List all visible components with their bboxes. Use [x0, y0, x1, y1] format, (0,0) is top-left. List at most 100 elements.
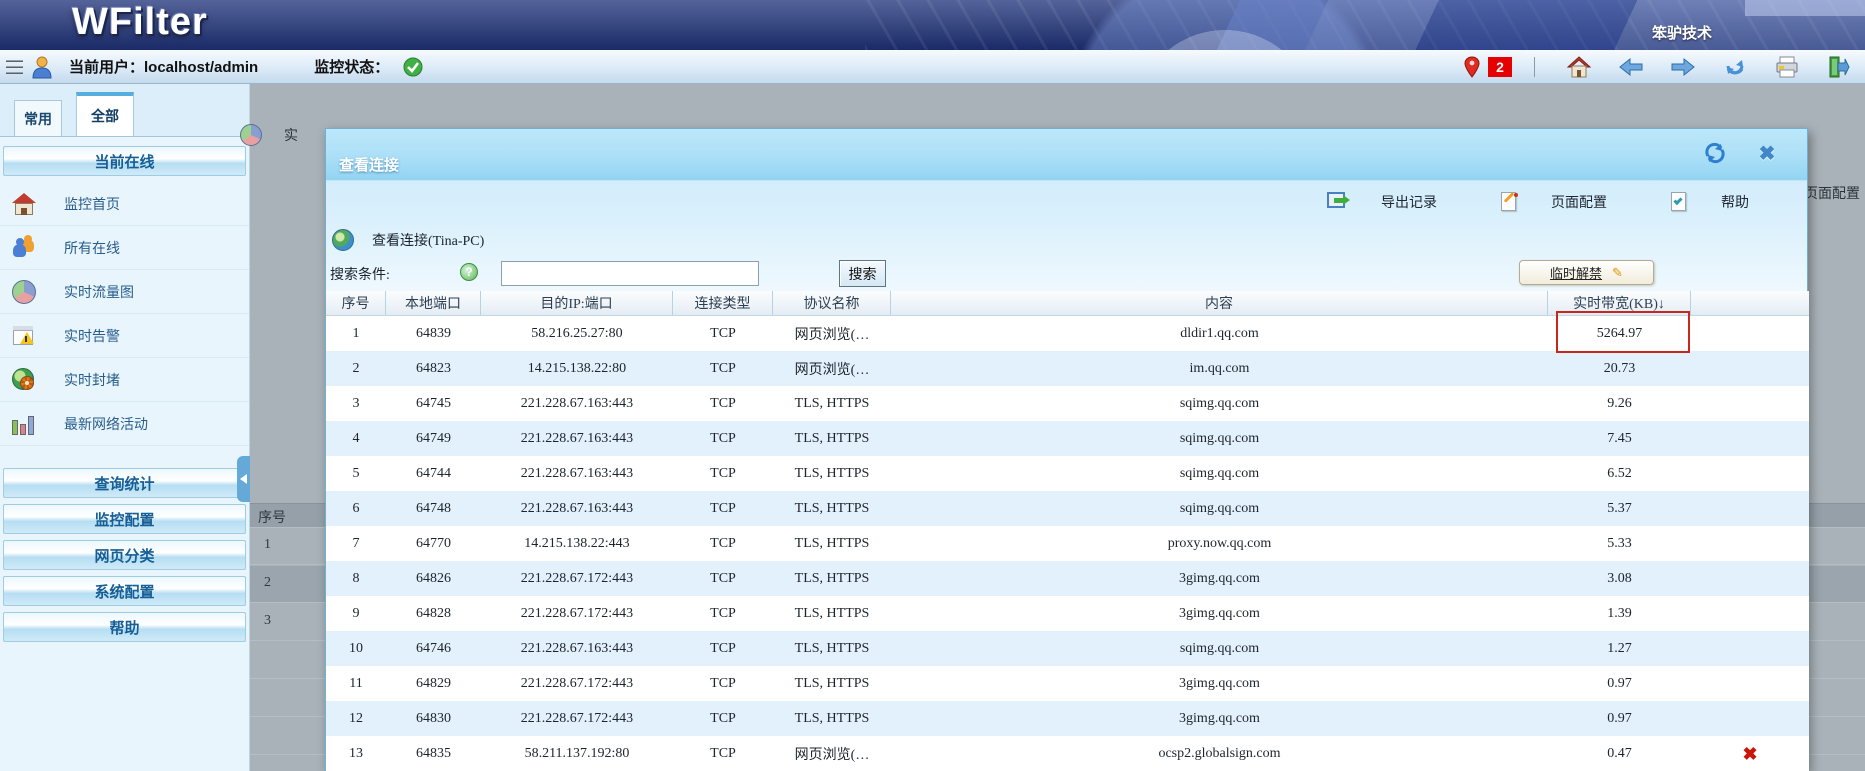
cell-dest-ip-port: 221.228.67.163:443: [481, 456, 673, 491]
sidebar-item-all-online[interactable]: 所有在线: [0, 226, 249, 270]
col-dest-ip-port[interactable]: 目的IP:端口: [481, 291, 673, 315]
col-no[interactable]: 序号: [326, 291, 386, 315]
cell-dest-ip-port: 14.215.138.22:80: [481, 351, 673, 386]
cell-protocol: TLS, HTTPS: [773, 491, 891, 526]
cell-action: [1691, 526, 1809, 561]
cell-bandwidth: 0.47: [1548, 736, 1691, 771]
forward-arrow-icon[interactable]: [1671, 55, 1695, 79]
sidebar-group-query-stats[interactable]: 查询统计: [3, 468, 246, 498]
dialog-close-icon[interactable]: ✖: [1755, 141, 1779, 165]
background-page-title: 实: [240, 124, 298, 146]
col-content[interactable]: 内容: [891, 291, 1548, 315]
cell-bandwidth: 5.33: [1548, 526, 1691, 561]
banner-sky-patch: [1745, 0, 1865, 16]
table-row[interactable]: 8 64826 221.228.67.172:443 TCP TLS, HTTP…: [326, 561, 1809, 596]
dialog-refresh-icon[interactable]: [1703, 141, 1727, 165]
cell-dest-ip-port: 221.228.67.172:443: [481, 561, 673, 596]
tab-common[interactable]: 常用: [14, 100, 62, 136]
temporary-unblock-button[interactable]: 临时解禁 ✎: [1519, 260, 1654, 285]
dialog-title: 查看连接: [339, 154, 399, 175]
table-row[interactable]: 5 64744 221.228.67.163:443 TCP TLS, HTTP…: [326, 456, 1809, 491]
cell-conn-type: TCP: [673, 526, 773, 561]
table-row[interactable]: 7 64770 14.215.138.22:443 TCP TLS, HTTPS…: [326, 526, 1809, 561]
sidebar-item-label: 实时告警: [64, 326, 120, 346]
back-arrow-icon[interactable]: [1619, 55, 1643, 79]
sidebar-item-realtime-block[interactable]: 实时封堵: [0, 358, 249, 402]
sidebar-group-current-online[interactable]: 当前在线: [3, 146, 246, 176]
table-row[interactable]: 13 64835 58.211.137.192:80 TCP 网页浏览(… oc…: [326, 736, 1809, 771]
table-row[interactable]: 12 64830 221.228.67.172:443 TCP TLS, HTT…: [326, 701, 1809, 736]
sidebar-group-monitor-config[interactable]: 监控配置: [3, 504, 246, 534]
col-protocol[interactable]: 协议名称: [773, 291, 891, 315]
dialog-subtitle: 查看连接(Tina-PC): [372, 230, 484, 250]
table-row[interactable]: 4 64749 221.228.67.163:443 TCP TLS, HTTP…: [326, 421, 1809, 456]
cell-no: 2: [326, 351, 386, 386]
sidebar-collapse-handle[interactable]: [237, 456, 250, 502]
refresh-icon[interactable]: [1723, 55, 1747, 79]
sidebar-group-help[interactable]: 帮助: [3, 612, 246, 642]
sidebar-group-system-config[interactable]: 系统配置: [3, 576, 246, 606]
dialog-toolbar: 导出记录 页面配置 帮助: [326, 181, 1807, 223]
cell-content: proxy.now.qq.com: [891, 526, 1548, 561]
page-config-button[interactable]: 页面配置: [1499, 191, 1607, 213]
logout-icon[interactable]: [1827, 55, 1851, 79]
cell-conn-type: TCP: [673, 421, 773, 456]
table-row[interactable]: 3 64745 221.228.67.163:443 TCP TLS, HTTP…: [326, 386, 1809, 421]
cell-local-port: 64830: [386, 701, 481, 736]
question-icon[interactable]: ?: [460, 263, 478, 281]
cell-content: ocsp2.globalsign.com: [891, 736, 1548, 771]
table-row[interactable]: 10 64746 221.228.67.163:443 TCP TLS, HTT…: [326, 631, 1809, 666]
sidebar-tabs: 常用 全部: [0, 84, 249, 137]
tab-all[interactable]: 全部: [76, 92, 134, 136]
cell-local-port: 64748: [386, 491, 481, 526]
col-actions: [1691, 291, 1809, 315]
export-records-button[interactable]: 导出记录: [1327, 192, 1437, 212]
print-icon[interactable]: [1775, 55, 1799, 79]
cell-local-port: 64828: [386, 596, 481, 631]
col-local-port[interactable]: 本地端口: [386, 291, 481, 315]
table-row[interactable]: 11 64829 221.228.67.172:443 TCP TLS, HTT…: [326, 666, 1809, 701]
cell-bandwidth: 0.97: [1548, 666, 1691, 701]
bar-chart-icon: [12, 412, 36, 436]
bg-title-fragment: 实: [284, 125, 298, 145]
sidebar-group-web-category[interactable]: 网页分类: [3, 540, 246, 570]
col-bandwidth-sorted[interactable]: 实时带宽(KB)↓: [1548, 291, 1691, 315]
toolbar-divider: [1534, 57, 1535, 77]
status-ok-icon: [403, 57, 423, 77]
table-row[interactable]: 9 64828 221.228.67.172:443 TCP TLS, HTTP…: [326, 596, 1809, 631]
table-row[interactable]: 1 64839 58.216.25.27:80 TCP 网页浏览(… dldir…: [326, 316, 1809, 351]
menu-icon[interactable]: [6, 60, 23, 74]
sidebar-item-monitor-home[interactable]: 监控首页: [0, 182, 249, 226]
table-row[interactable]: 6 64748 221.228.67.163:443 TCP TLS, HTTP…: [326, 491, 1809, 526]
sidebar: 常用 全部 当前在线 监控首页 所有在线 实时流量图 实时告警 实时封堵 最新网…: [0, 84, 250, 771]
alert-count-badge[interactable]: 2: [1488, 57, 1512, 77]
cell-no: 4: [326, 421, 386, 456]
sidebar-item-label: 实时封堵: [64, 370, 120, 390]
sidebar-item-label: 实时流量图: [64, 282, 134, 302]
cell-protocol: TLS, HTTPS: [773, 456, 891, 491]
cell-dest-ip-port: 221.228.67.163:443: [481, 491, 673, 526]
view-connections-dialog: 查看连接 ✖ 导出记录 页面配置 帮助: [325, 128, 1808, 771]
cell-action: [1691, 316, 1809, 351]
close-connection-icon[interactable]: ✖: [1742, 745, 1757, 763]
bg-page-config-label[interactable]: 页面配置: [1804, 183, 1860, 203]
help-button[interactable]: 帮助: [1669, 191, 1749, 213]
sidebar-item-traffic-chart[interactable]: 实时流量图: [0, 270, 249, 314]
cell-conn-type: TCP: [673, 701, 773, 736]
sidebar-item-label: 所有在线: [64, 238, 120, 258]
sidebar-item-network-activity[interactable]: 最新网络活动: [0, 402, 249, 446]
table-row[interactable]: 2 64823 14.215.138.22:80 TCP 网页浏览(… im.q…: [326, 351, 1809, 386]
sidebar-item-realtime-alert[interactable]: 实时告警: [0, 314, 249, 358]
search-row: 搜索条件: ? 搜索 临时解禁 ✎: [326, 257, 1807, 291]
cell-conn-type: TCP: [673, 666, 773, 701]
search-input[interactable]: [501, 261, 759, 286]
export-icon: [1327, 192, 1349, 212]
location-pin-icon[interactable]: [1460, 55, 1484, 79]
cell-protocol: TLS, HTTPS: [773, 526, 891, 561]
col-conn-type[interactable]: 连接类型: [673, 291, 773, 315]
home-icon[interactable]: [1567, 55, 1591, 79]
cell-no: 6: [326, 491, 386, 526]
dialog-title-bar: 查看连接 ✖: [326, 129, 1807, 181]
search-button[interactable]: 搜索: [839, 260, 886, 287]
home-icon: [12, 192, 36, 216]
